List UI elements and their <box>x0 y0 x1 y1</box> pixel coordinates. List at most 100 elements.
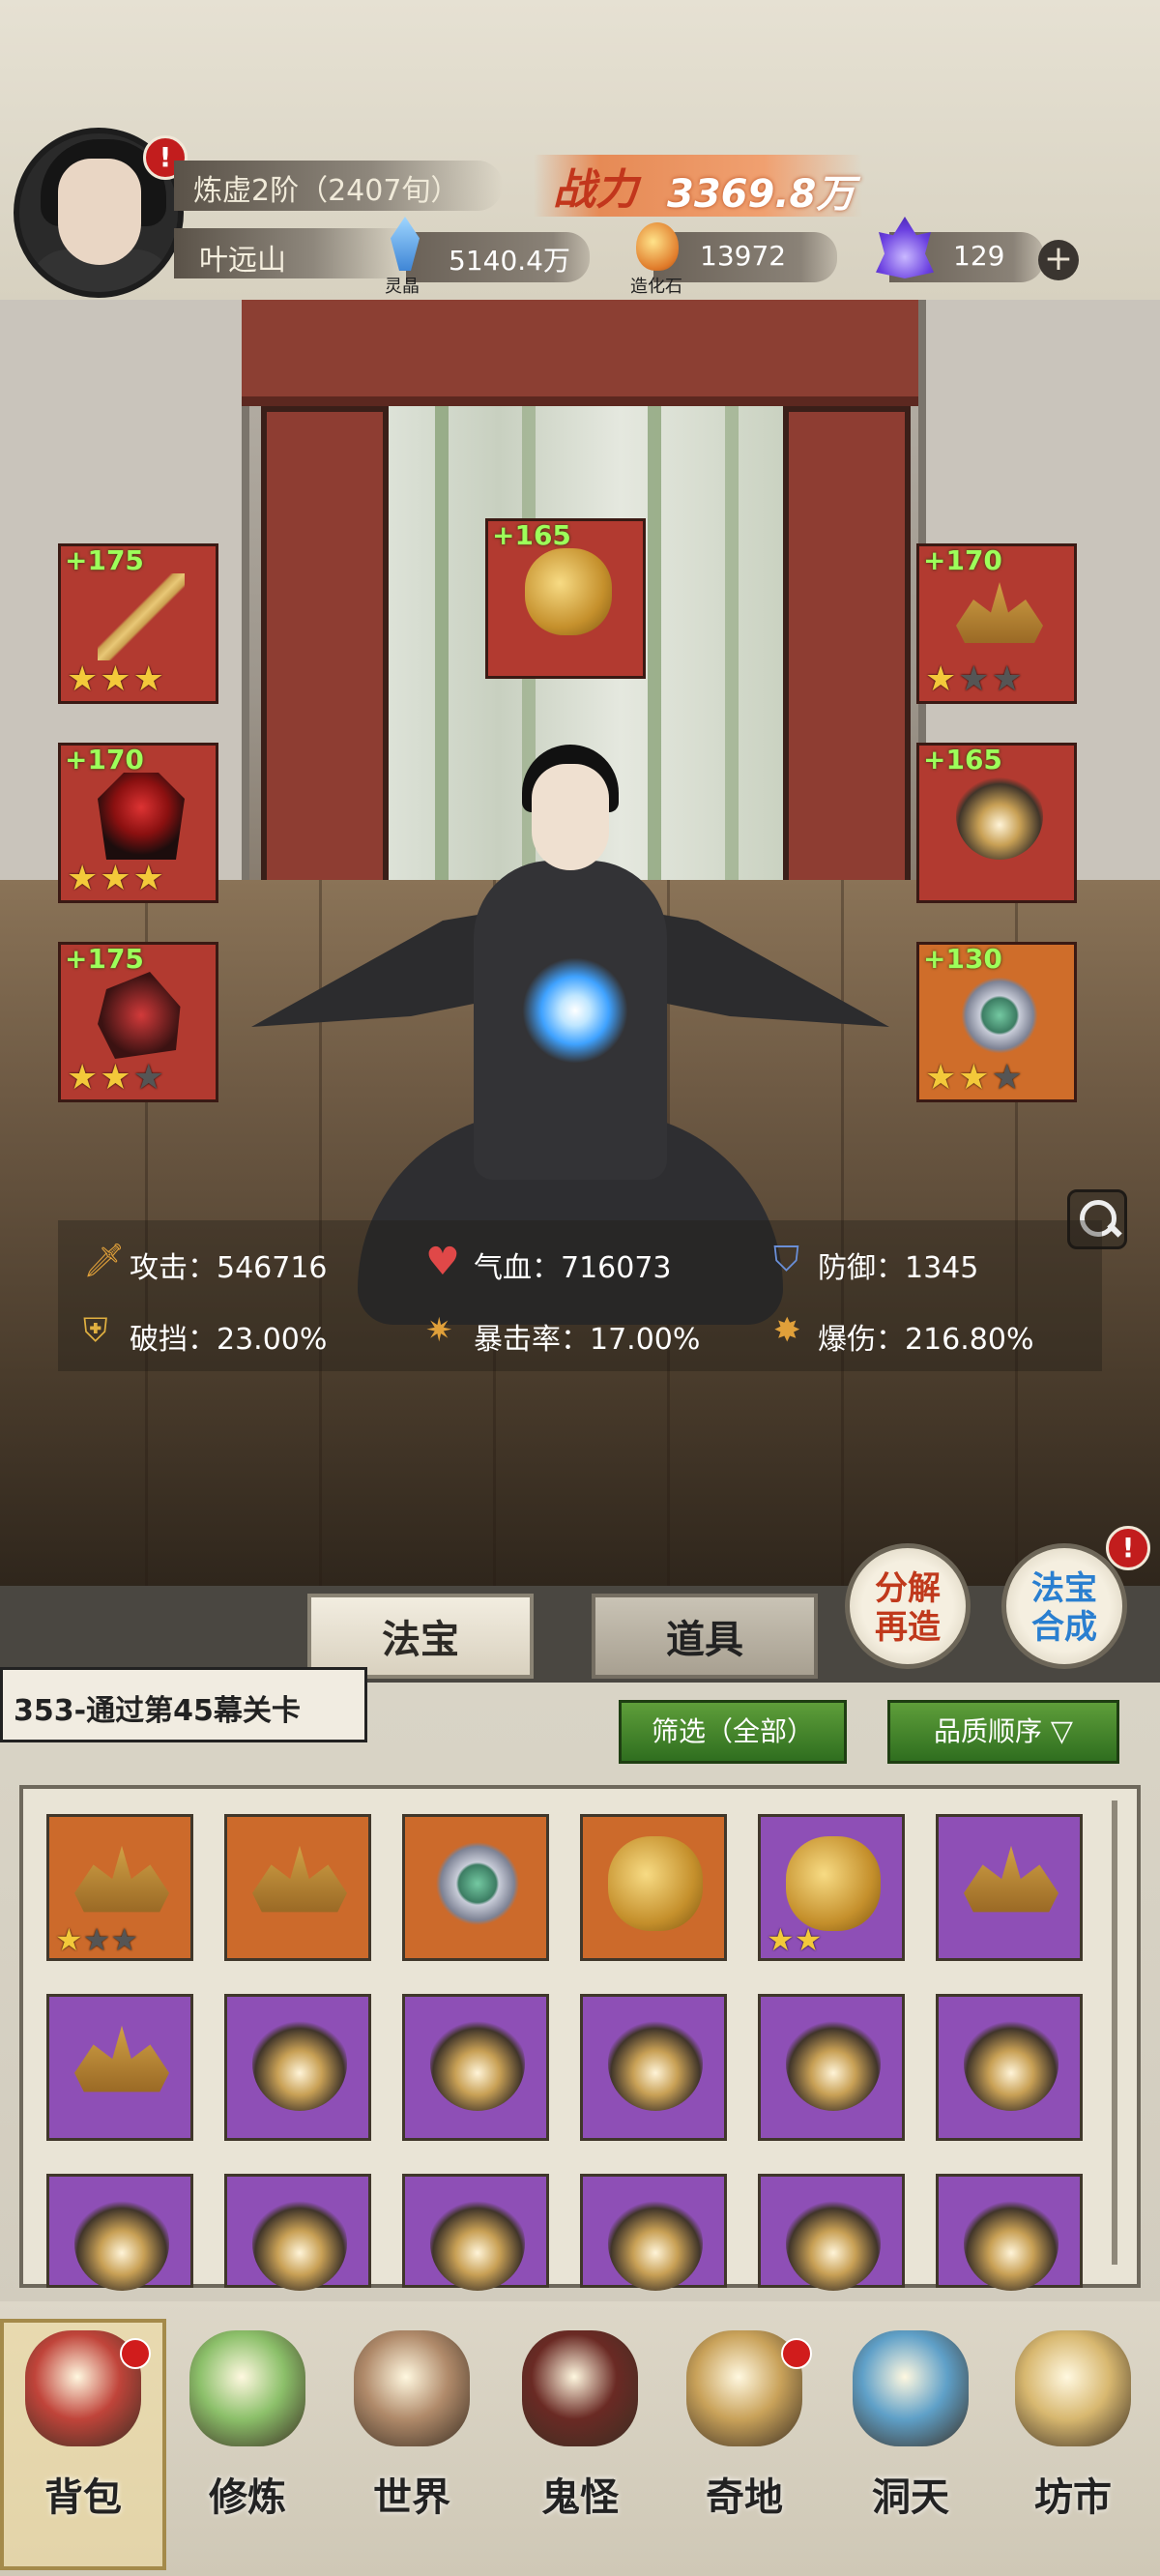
flame-value: 129 <box>953 240 1005 272</box>
armor-icon <box>98 773 185 860</box>
amulet-icon <box>956 773 1043 860</box>
crystal-value: 5140.4万 <box>449 245 570 277</box>
crit-icon: ✷ <box>425 1311 453 1350</box>
inventory-item[interactable] <box>402 1994 549 2141</box>
inventory-item[interactable] <box>936 2174 1083 2291</box>
tab-daoju[interactable]: 道具 <box>592 1594 818 1679</box>
equip-slot-necklace[interactable]: +165 <box>916 743 1077 903</box>
hp-stat: 气血：716073 <box>474 1251 672 1285</box>
chevron-down-icon: ▽ <box>1050 1714 1073 1748</box>
inventory-item[interactable] <box>580 2174 727 2291</box>
hero-character <box>251 725 889 1528</box>
inventory-item[interactable] <box>580 1814 727 1961</box>
inventory-item[interactable] <box>402 1814 549 1961</box>
stone-value: 13972 <box>700 240 787 272</box>
sword-stat-icon: 🗡 <box>83 1242 126 1280</box>
inventory-item[interactable] <box>224 1814 371 1961</box>
nav-item-scroll[interactable]: 世界 <box>334 2330 489 2553</box>
nav-item-lotus[interactable]: 修炼 <box>170 2330 325 2553</box>
heart-icon: ♥ <box>425 1240 460 1284</box>
stone-icon <box>636 222 679 271</box>
crystal-label: 灵晶 <box>385 277 420 297</box>
dragon-icon <box>608 1836 703 1931</box>
sort-dropdown[interactable]: 品质顺序 ▽ <box>887 1700 1119 1764</box>
lotus-icon <box>189 2330 305 2446</box>
inventory-item[interactable] <box>758 1994 905 2141</box>
nav-label: 世界 <box>373 2475 450 2520</box>
amulet-icon <box>786 2196 881 2291</box>
boots-icon <box>98 972 181 1059</box>
scroll-icon <box>354 2330 470 2446</box>
inventory-item[interactable] <box>224 1994 371 2141</box>
nav-item-mountain[interactable]: 奇地 <box>667 2330 822 2553</box>
nav-label: 奇地 <box>706 2475 783 2520</box>
nav-item-demon-egg[interactable]: 鬼怪 <box>503 2330 657 2553</box>
amulet-icon <box>252 2196 347 2291</box>
nav-label: 坊市 <box>1034 2475 1112 2520</box>
crown-icon <box>252 1845 347 1913</box>
inventory-item[interactable] <box>936 1994 1083 2141</box>
amulet-icon <box>252 2016 347 2111</box>
inventory-item[interactable] <box>224 2174 371 2291</box>
ring-icon <box>956 972 1043 1059</box>
sword-icon <box>98 573 185 660</box>
nav-item-backpack[interactable]: 背包 <box>6 2330 160 2553</box>
inventory-item[interactable]: ★★ <box>758 1814 905 1961</box>
star-rating: ★★ <box>767 1921 823 1958</box>
amulet-icon <box>430 2196 525 2291</box>
inventory-item[interactable] <box>758 2174 905 2291</box>
crit-rate-stat: 暴击率：17.00% <box>474 1323 701 1357</box>
nav-label: 背包 <box>44 2475 122 2520</box>
attack-stat: 攻击：546716 <box>130 1251 328 1285</box>
inventory-item[interactable] <box>46 1994 193 2141</box>
decompose-button[interactable]: 分解 再造 <box>845 1543 971 1669</box>
add-resource-button[interactable]: + <box>1038 240 1079 280</box>
crown-icon <box>74 2025 169 2093</box>
inventory-item[interactable] <box>402 2174 549 2291</box>
amulet-icon <box>608 2196 703 2291</box>
nav-item-market[interactable]: 坊市 <box>996 2330 1150 2553</box>
nav-label: 洞天 <box>872 2475 949 2520</box>
synthesize-alert-badge: ! <box>1106 1526 1150 1570</box>
shield-icon: ⛉ <box>773 1240 800 1279</box>
star-rating: ★★★ <box>55 1921 139 1958</box>
amulet-icon <box>964 2016 1058 2111</box>
dragon-icon <box>786 1836 881 1931</box>
crit-damage-stat: 爆伤：216.80% <box>818 1323 1034 1357</box>
filter-button[interactable]: 筛选（全部） <box>619 1700 847 1764</box>
realm-label: 炼虚2阶（2407旬） <box>193 174 460 208</box>
pierce-stat: 破挡：23.00% <box>130 1323 328 1357</box>
synthesize-button[interactable]: 法宝 合成 <box>1001 1543 1127 1669</box>
equip-slot-boots[interactable]: +175 ★★★ <box>58 942 218 1102</box>
player-name: 叶远山 <box>199 244 286 278</box>
market-icon <box>1015 2330 1131 2446</box>
equip-slot-artifact[interactable]: +165 <box>485 518 646 679</box>
stage-label: 353-通过第45幕关卡 <box>14 1694 301 1728</box>
inventory-item[interactable] <box>580 1994 727 2141</box>
stone-label: 造化石 <box>630 277 682 297</box>
combat-power-value: 3369.8万 <box>667 172 856 217</box>
shield-break-icon: ⛨ <box>83 1311 108 1350</box>
scrollbar[interactable] <box>1112 1800 1117 2265</box>
crown-icon <box>964 1845 1058 1913</box>
equip-slot-headband[interactable]: +170 ★★★ <box>916 543 1077 704</box>
tab-fabao[interactable]: 法宝 <box>307 1594 534 1679</box>
nav-label: 修炼 <box>209 2475 286 2520</box>
nav-item-portal[interactable]: 洞天 <box>833 2330 988 2553</box>
equip-slot-armor[interactable]: +170 ★★★ <box>58 743 218 903</box>
equip-slot-weapon[interactable]: +175 ★★★ <box>58 543 218 704</box>
amulet-icon <box>74 2196 169 2291</box>
notification-dot <box>781 2338 812 2369</box>
amulet-icon <box>964 2196 1058 2291</box>
inventory-item[interactable] <box>936 1814 1083 1961</box>
portal-icon <box>853 2330 969 2446</box>
crown-icon <box>74 1845 169 1913</box>
demon-egg-icon <box>522 2330 638 2446</box>
inventory-item[interactable]: ★★★ <box>46 1814 193 1961</box>
star-rating: ★★★ <box>925 1058 1025 1098</box>
inventory-item[interactable] <box>46 2174 193 2291</box>
equip-slot-ring[interactable]: +130 ★★★ <box>916 942 1077 1102</box>
amulet-icon <box>608 2016 703 2111</box>
defense-stat: 防御：1345 <box>818 1251 979 1285</box>
crit-damage-icon: ✸ <box>773 1311 801 1350</box>
